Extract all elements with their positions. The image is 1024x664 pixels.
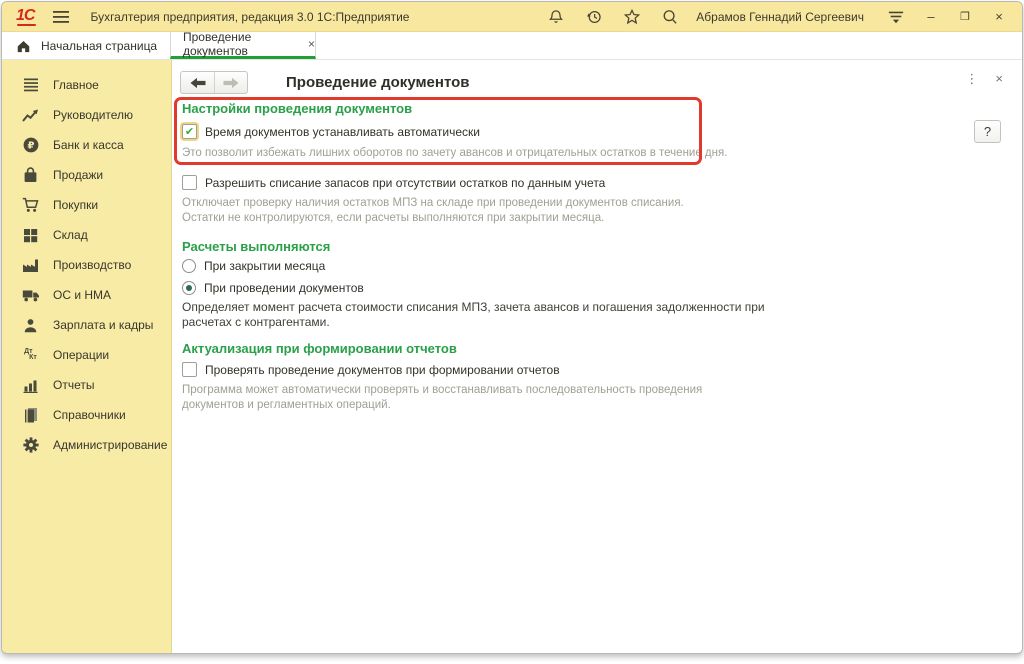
history-icon[interactable] bbox=[582, 6, 606, 28]
sidebar-item-label: Продажи bbox=[53, 168, 103, 182]
shopping-cart-icon bbox=[21, 197, 40, 213]
tab-bar: Начальная страница Проведение документов… bbox=[2, 32, 1022, 60]
sidebar-item-fixed-assets[interactable]: ОС и НМА bbox=[2, 280, 171, 310]
sidebar-item-directories[interactable]: Справочники bbox=[2, 400, 171, 430]
sidebar-item-label: Склад bbox=[53, 228, 88, 242]
home-icon bbox=[16, 39, 31, 53]
checkbox-allow-writeoff[interactable] bbox=[182, 175, 197, 190]
debit-credit-icon: ДтКт bbox=[21, 349, 40, 361]
notifications-icon[interactable] bbox=[544, 6, 568, 28]
calculations-note: Определяет момент расчета стоимости спис… bbox=[182, 300, 1022, 330]
tab-close-icon[interactable]: × bbox=[308, 37, 315, 51]
sidebar-item-production[interactable]: Производство bbox=[2, 250, 171, 280]
search-icon[interactable] bbox=[658, 6, 682, 28]
navigation-buttons bbox=[180, 71, 248, 94]
sidebar-item-main[interactable]: Главное bbox=[2, 70, 171, 100]
back-button[interactable] bbox=[181, 72, 214, 93]
warehouse-grid-icon bbox=[21, 228, 40, 243]
sections-panel: Главное Руководителю ₽ Банк и касса Прод… bbox=[2, 60, 172, 653]
sidebar-item-label: ОС и НМА bbox=[53, 288, 111, 302]
sidebar-item-label: Главное bbox=[53, 78, 99, 92]
favorites-icon[interactable] bbox=[620, 6, 644, 28]
sidebar-item-label: Покупки bbox=[53, 198, 98, 212]
close-form-icon[interactable]: × bbox=[995, 71, 1003, 87]
radio-row-on-posting[interactable]: При проведении документов bbox=[182, 281, 1022, 295]
tab-active-label: Проведение документов bbox=[183, 30, 300, 58]
service-menu-icon[interactable] bbox=[884, 6, 908, 28]
radio-label: При проведении документов bbox=[204, 281, 364, 295]
truck-icon bbox=[21, 288, 40, 302]
checkbox-verify-posting[interactable] bbox=[182, 362, 197, 377]
tab-home-page[interactable]: Начальная страница bbox=[2, 32, 170, 59]
ruble-circle-icon: ₽ bbox=[21, 137, 40, 153]
current-user-name[interactable]: Абрамов Геннадий Сергеевич bbox=[696, 10, 864, 24]
app-title: Бухгалтерия предприятия, редакция 3.0 1С… bbox=[90, 10, 409, 24]
sidebar-item-label: Зарплата и кадры bbox=[53, 318, 153, 332]
checkbox-label: Время документов устанавливать автоматич… bbox=[205, 125, 480, 139]
main-menu-icon bbox=[21, 78, 40, 92]
close-window-button[interactable]: × bbox=[988, 7, 1010, 27]
radio-month-close[interactable] bbox=[182, 259, 196, 273]
trend-chart-icon bbox=[21, 108, 40, 123]
titlebar-actions: Абрамов Геннадий Сергеевич – ❒ × bbox=[530, 6, 1010, 28]
more-menu-icon[interactable]: ⋮ bbox=[965, 71, 978, 87]
check-icon: ✔ bbox=[185, 125, 194, 138]
shopping-bag-icon bbox=[21, 167, 40, 183]
sidebar-item-operations[interactable]: ДтКт Операции bbox=[2, 340, 171, 370]
application-window: 1С Бухгалтерия предприятия, редакция 3.0… bbox=[1, 1, 1023, 654]
sidebar-item-label: Администрирование bbox=[53, 438, 167, 452]
sidebar-item-label: Справочники bbox=[53, 408, 126, 422]
tab-document-posting[interactable]: Проведение документов × bbox=[170, 32, 316, 59]
form-header-icons: ⋮ × bbox=[965, 71, 1003, 87]
sidebar-item-purchases[interactable]: Покупки bbox=[2, 190, 171, 220]
checkbox-row-allow-writeoff[interactable]: Разрешить списание запасов при отсутстви… bbox=[182, 175, 1022, 190]
radio-on-posting[interactable] bbox=[182, 281, 196, 295]
section-heading-posting-settings: Настройки проведения документов bbox=[182, 101, 1022, 116]
sidebar-item-manager[interactable]: Руководителю bbox=[2, 100, 171, 130]
radio-row-month-close[interactable]: При закрытии месяца bbox=[182, 259, 1022, 273]
checkbox-label: Проверять проведение документов при форм… bbox=[205, 363, 560, 377]
hamburger-menu-icon[interactable] bbox=[52, 10, 70, 24]
sidebar-item-warehouse[interactable]: Склад bbox=[2, 220, 171, 250]
forward-button[interactable] bbox=[214, 72, 247, 93]
bar-chart-icon bbox=[21, 378, 40, 393]
sidebar-item-label: Руководителю bbox=[53, 108, 133, 122]
gear-icon bbox=[21, 437, 40, 453]
hint-allow-writeoff: Отключает проверку наличия остатков МПЗ … bbox=[182, 196, 1022, 226]
sidebar-item-bank-cash[interactable]: ₽ Банк и касса bbox=[2, 130, 171, 160]
factory-icon bbox=[21, 258, 40, 273]
svg-text:₽: ₽ bbox=[27, 141, 34, 152]
section-heading-calculations: Расчеты выполняются bbox=[182, 239, 1022, 254]
1c-logo-icon: 1С bbox=[16, 7, 34, 27]
sidebar-item-sales[interactable]: Продажи bbox=[2, 160, 171, 190]
sidebar-item-administration[interactable]: Администрирование bbox=[2, 430, 171, 460]
section-heading-actualization: Актуализация при формировании отчетов bbox=[182, 341, 1022, 356]
person-icon bbox=[21, 318, 40, 333]
document-posting-form: Проведение документов ⋮ × ? Настройки пр… bbox=[172, 60, 1022, 653]
sidebar-item-label: Банк и касса bbox=[53, 138, 124, 152]
form-toolbar: Проведение документов bbox=[172, 60, 1022, 94]
book-icon bbox=[21, 407, 40, 423]
checkbox-row-verify-posting[interactable]: Проверять проведение документов при форм… bbox=[182, 362, 1022, 377]
help-button[interactable]: ? bbox=[974, 120, 1001, 143]
sidebar-item-label: Производство bbox=[53, 258, 131, 272]
main-area: Главное Руководителю ₽ Банк и касса Прод… bbox=[2, 60, 1022, 653]
radio-label: При закрытии месяца bbox=[204, 259, 325, 273]
tab-home-label: Начальная страница bbox=[41, 39, 157, 53]
sidebar-item-reports[interactable]: Отчеты bbox=[2, 370, 171, 400]
hint-auto-time: Это позволит избежать лишних оборотов по… bbox=[182, 146, 1022, 161]
minimize-button[interactable]: – bbox=[920, 7, 942, 27]
checkbox-label: Разрешить списание запасов при отсутстви… bbox=[205, 176, 605, 190]
sidebar-item-salary-hr[interactable]: Зарплата и кадры bbox=[2, 310, 171, 340]
checkbox-row-auto-time[interactable]: ✔ Время документов устанавливать автомат… bbox=[182, 124, 1022, 139]
sidebar-item-label: Отчеты bbox=[53, 378, 94, 392]
maximize-button[interactable]: ❒ bbox=[954, 7, 976, 27]
sidebar-item-label: Операции bbox=[53, 348, 109, 362]
checkbox-auto-time[interactable]: ✔ bbox=[182, 124, 197, 139]
title-bar: 1С Бухгалтерия предприятия, редакция 3.0… bbox=[2, 2, 1022, 32]
hint-verify-posting: Программа может автоматически проверять … bbox=[182, 383, 1022, 413]
page-title: Проведение документов bbox=[286, 74, 470, 91]
